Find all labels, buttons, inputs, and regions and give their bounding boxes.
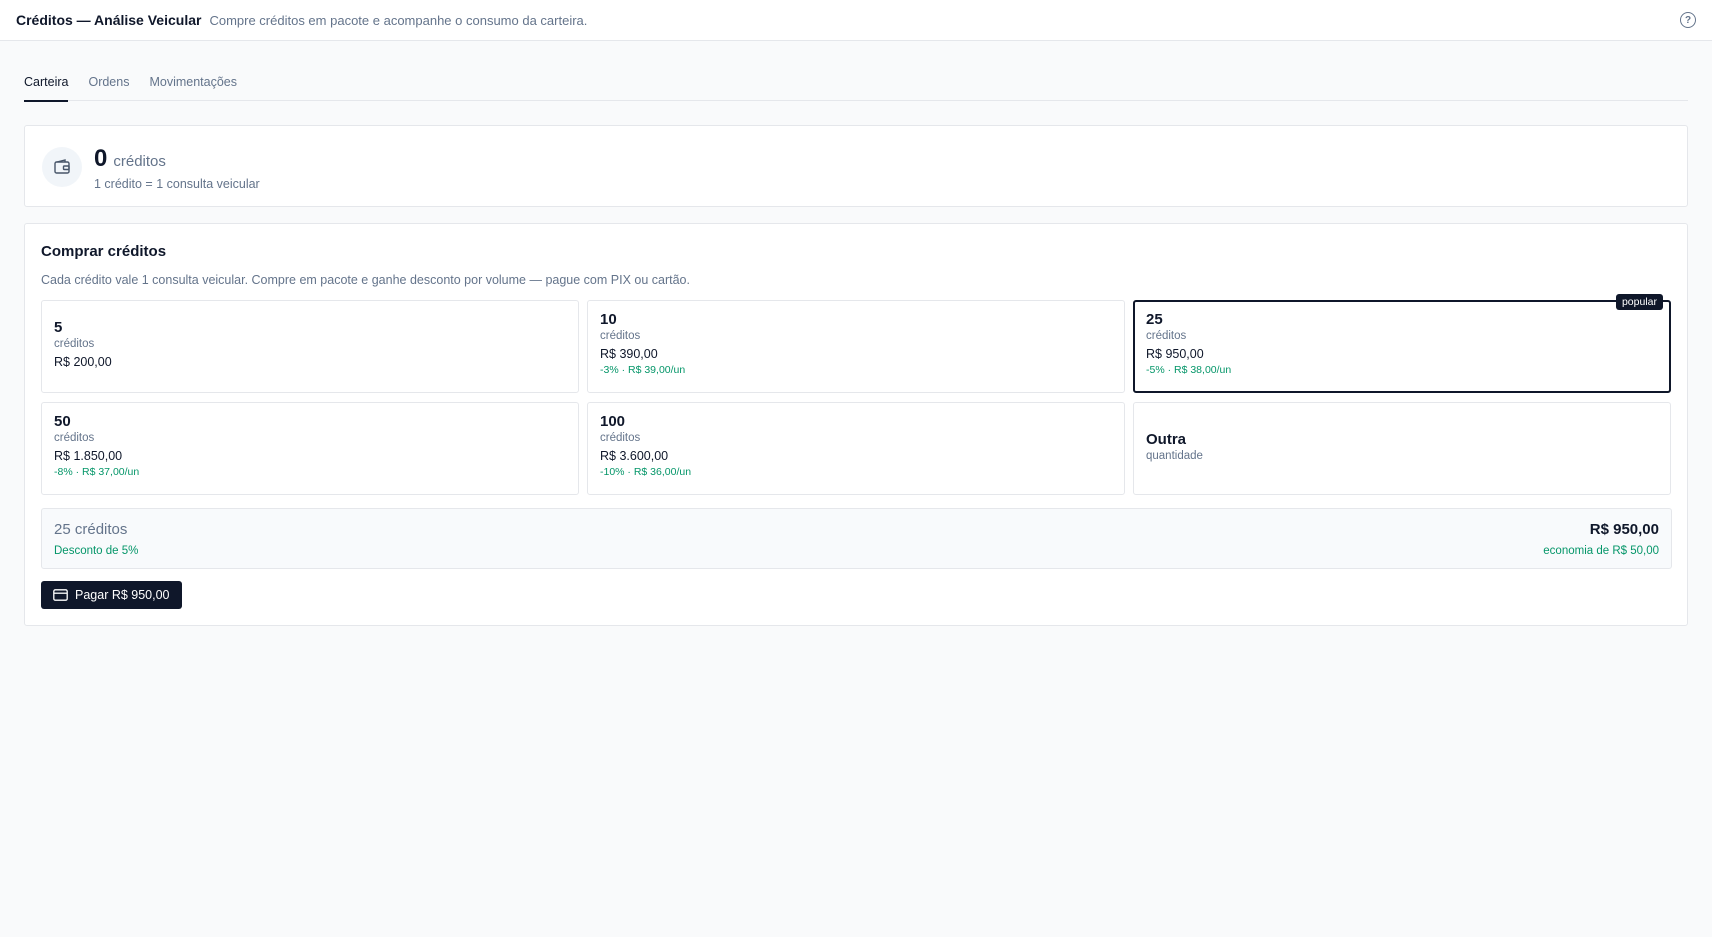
package-unit: créditos: [54, 338, 95, 350]
package-quantity: 25: [1146, 311, 1163, 328]
pay-button[interactable]: Pagar R$ 950,00: [41, 581, 182, 609]
tab-carteira[interactable]: Carteira: [24, 62, 69, 102]
balance-unit: créditos: [113, 153, 166, 170]
tab-bar: Carteira Ordens Movimentações: [24, 62, 1688, 102]
order-summary: 25 créditos Desconto de 5% R$ 950,00 eco…: [41, 508, 1672, 569]
package-unit: créditos: [600, 432, 641, 444]
package-discount: -5% · R$ 38,00/un: [1146, 364, 1232, 376]
package-price: R$ 3.600,00: [600, 449, 669, 463]
package-price: R$ 950,00: [1146, 347, 1204, 361]
package-option-custom[interactable]: Outra quantidade: [1133, 402, 1671, 495]
custom-label: Outra: [1146, 431, 1187, 448]
package-price: R$ 1.850,00: [54, 449, 123, 463]
package-quantity: 10: [600, 311, 617, 328]
buy-description: Cada crédito vale 1 consulta veicular. C…: [41, 273, 690, 287]
package-option-5[interactable]: 5 créditos R$ 200,00: [41, 300, 579, 393]
custom-sublabel: quantidade: [1146, 450, 1203, 462]
package-discount: -10% · R$ 36,00/un: [600, 466, 692, 478]
summary-savings: economia de R$ 50,00: [1543, 545, 1659, 557]
wallet-card: 0 créditos 1 crédito = 1 consulta veicul…: [24, 125, 1688, 207]
popular-badge: popular: [1615, 294, 1663, 310]
package-unit: créditos: [600, 330, 641, 342]
package-quantity: 5: [54, 319, 63, 336]
summary-total: R$ 950,00: [1589, 521, 1659, 538]
help-circle-icon[interactable]: ?: [1680, 12, 1696, 28]
summary-quantity: 25 créditos: [54, 521, 128, 538]
tab-ordens[interactable]: Ordens: [88, 62, 129, 101]
package-option-50[interactable]: 50 créditos R$ 1.850,00 -8% · R$ 37,00/u…: [41, 402, 579, 495]
buy-title: Comprar créditos: [41, 243, 167, 260]
package-discount: -3% · R$ 39,00/un: [600, 364, 686, 376]
wallet-icon: [42, 147, 82, 187]
page-subtitle: Compre créditos em pacote e acompanhe o …: [209, 12, 588, 28]
page-title: Créditos — Análise Veicular: [16, 12, 202, 28]
credit-card-icon: [53, 589, 68, 601]
package-price: R$ 200,00: [54, 355, 112, 369]
package-discount: -8% · R$ 37,00/un: [54, 466, 140, 478]
tab-movimentacoes[interactable]: Movimentações: [149, 62, 237, 101]
package-quantity: 50: [54, 413, 71, 430]
balance-value: 0: [94, 145, 108, 172]
package-option-25[interactable]: popular 25 créditos R$ 950,00 -5% · R$ 3…: [1133, 294, 1671, 393]
package-unit: créditos: [1146, 330, 1187, 342]
summary-discount: Desconto de 5%: [54, 545, 139, 557]
wallet-balance: 0 créditos: [94, 145, 166, 173]
pay-button-label: Pagar R$ 950,00: [75, 588, 170, 602]
credit-rate: 1 crédito = 1 consulta veicular: [94, 177, 260, 191]
package-option-10[interactable]: 10 créditos R$ 390,00 -3% · R$ 39,00/un: [587, 300, 1125, 393]
top-bar: Créditos — Análise Veicular Compre crédi…: [0, 0, 1712, 41]
package-unit: créditos: [54, 432, 95, 444]
package-option-100[interactable]: 100 créditos R$ 3.600,00 -10% · R$ 36,00…: [587, 402, 1125, 495]
package-price: R$ 390,00: [600, 347, 658, 361]
package-quantity: 100: [600, 413, 626, 430]
buy-credits-card: Comprar créditos Cada crédito vale 1 con…: [24, 223, 1688, 626]
